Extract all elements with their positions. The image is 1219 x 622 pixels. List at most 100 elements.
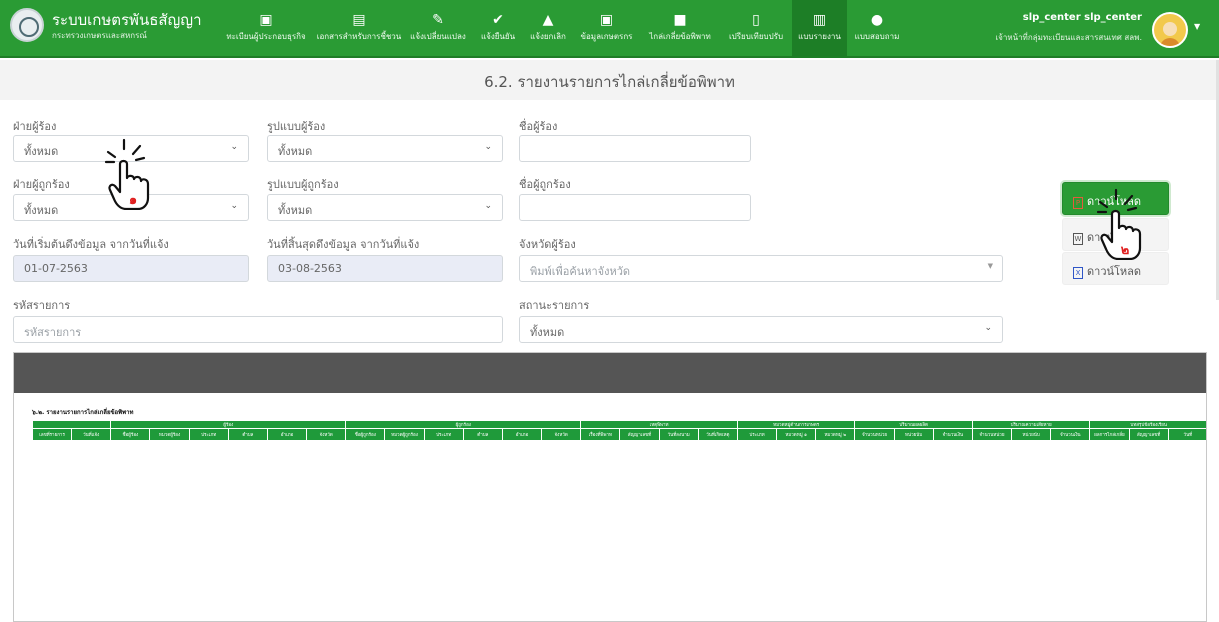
nav-notify-cancel[interactable]: ▲ แจ้งยกเลิก — [523, 0, 573, 58]
report-group-header: ปริมาณความเสียหาย — [971, 420, 1091, 429]
report-preview-frame[interactable]: ๖.๒. รายงานรายการไกล่เกลี่ยข้อพิพาท ผู้ร… — [13, 352, 1207, 622]
report-group-header: หมวดหมู่ด้านการเกษตร — [736, 420, 856, 429]
user-name[interactable]: slp_center slp_center — [1020, 12, 1142, 23]
item-code-label: รหัสรายการ — [13, 299, 71, 312]
nav-business-registry[interactable]: ▣ ทะเบียนผู้ประกอบธุรกิจ — [217, 0, 315, 58]
report-column-header: หมวดหมู่ ๒ — [815, 428, 856, 441]
id-card-icon: ▣ — [259, 12, 273, 28]
marker-1-number: ๑ — [129, 193, 137, 208]
province-label: จังหวัดผู้ร้อง — [519, 238, 576, 251]
document-icon: ▯ — [752, 12, 760, 28]
report-column-header: จังหวัด — [306, 428, 347, 441]
bar-chart-icon: ▥ — [812, 12, 827, 28]
report-column-header: ประเภท — [423, 428, 464, 441]
nav-questionnaire[interactable]: ● แบบสอบถาม — [847, 0, 907, 58]
comments-icon: ● — [870, 12, 884, 28]
report-column-header: เรื่องที่พิพาท — [580, 428, 621, 441]
report-column-header: อำเภอ — [501, 428, 543, 441]
nav-notify-change[interactable]: ✎ แจ้งเปลี่ยนแปลง — [403, 0, 473, 58]
main-nav: ▣ ทะเบียนผู้ประกอบธุรกิจ ▤ เอกสารสำหรับก… — [217, 0, 962, 58]
report-group-header: ปริมาณผลผลิต — [854, 420, 973, 429]
report-table: ผู้ร้อง ผู้ถูกร้อง เหตุพิพาท หมวดหมู่ด้านกา… — [31, 420, 1206, 441]
file-word-icon: W — [1073, 233, 1083, 245]
chat-icon: ■ — [673, 12, 687, 28]
warning-icon: ▲ — [542, 12, 554, 28]
caret-down-icon[interactable]: ▼ — [1194, 22, 1200, 31]
report-group-header: บทสรุปข้อร้องเรียน — [1089, 420, 1206, 429]
app-subtitle: กระทรวงเกษตรและสหกรณ์ — [52, 31, 147, 40]
avatar[interactable] — [1152, 12, 1188, 48]
nav-solicitation-docs[interactable]: ▤ เอกสารสำหรับการชี้ชวน — [315, 0, 403, 58]
province-search-select[interactable]: พิมพ์เพื่อค้นหาจังหวัด ▼ — [519, 255, 1003, 282]
report-column-header: ตำบล — [227, 428, 268, 441]
report-column-header: เลขที่รายการ — [31, 428, 73, 441]
end-date-label: วันที่สิ้นสุดดึงข้อมูล จากวันที่แจ้ง — [267, 238, 420, 251]
id-card-icon: ▣ — [599, 12, 614, 28]
report-column-header: จำนวนหน่วย — [854, 428, 895, 441]
edit-icon: ✎ — [432, 12, 444, 28]
file-pdf-icon: P — [1073, 197, 1083, 209]
report-column-header: ประเภท — [188, 428, 229, 441]
page-title: 6.2. รายงานรายการไกล่เกลี่ยข้อพิพาท — [484, 73, 735, 91]
report-column-header: วันที่เกิดเหตุ — [697, 428, 738, 441]
report-group-header: เหตุพิพาท — [580, 420, 738, 429]
user-role: เจ้าหน้าที่กลุ่มทะเบียนและสารสนเทศ สลพ. — [995, 33, 1142, 42]
start-date-label: วันที่เริ่มต้นดึงข้อมูล จากวันที่แจ้ง — [13, 238, 169, 251]
nav-farmer-data[interactable]: ▣ ข้อมูลเกษตรกร — [573, 0, 640, 58]
report-column-header: หมวดผู้ร้อง — [149, 428, 190, 441]
report-column-header: หมวดหมู่ ๑ — [776, 428, 817, 441]
chevron-down-icon: ⌄ — [484, 142, 492, 152]
respondent-type-select[interactable]: ทั้งหมด ⌄ — [267, 194, 503, 221]
report-column-header: สัญญาเลขที่ — [1128, 428, 1169, 441]
report-column-header: ชื่อผู้ถูกร้อง — [345, 428, 386, 441]
nav-notify-confirm[interactable]: ✔ แจ้งยืนยัน — [473, 0, 523, 58]
report-column-header: สัญญาเลขที่ — [619, 428, 660, 441]
check-circle-icon: ✔ — [492, 12, 504, 28]
report-column-header: ชื่อผู้ร้อง — [110, 428, 151, 441]
item-code-input[interactable]: รหัสรายการ — [13, 316, 503, 343]
report-group-header — [31, 420, 112, 429]
complainant-name-input[interactable] — [519, 135, 751, 162]
complainant-type-label: รูปแบบผู้ร้อง — [267, 120, 326, 133]
report-group-header: ผู้ร้อง — [110, 420, 347, 429]
item-status-label: สถานะรายการ — [519, 299, 590, 312]
complainant-side-label: ฝ่ายผู้ร้อง — [13, 120, 57, 133]
report-column-header: วันที่แจ้ง — [71, 428, 112, 441]
end-date-input[interactable]: 03-08-2563 — [267, 255, 503, 282]
nav-fine-comparison[interactable]: ▯ เปรียบเทียบปรับ — [720, 0, 792, 58]
report-column-header: จังหวัด — [541, 428, 582, 441]
report-column-header: วันที่ลงนาม — [658, 428, 699, 441]
top-navbar: ระบบเกษตรพันธสัญญา กระทรวงเกษตรและสหกรณ์… — [0, 0, 1219, 58]
respondent-name-input[interactable] — [519, 194, 751, 221]
report-column-header: ตำบล — [462, 428, 503, 441]
complainant-type-select[interactable]: ทั้งหมด ⌄ — [267, 135, 503, 162]
chevron-down-icon: ⌄ — [984, 323, 992, 333]
report-column-header: หมวดผู้ถูกร้อง — [384, 428, 425, 441]
item-status-select[interactable]: ทั้งหมด ⌄ — [519, 316, 1003, 343]
report-column-header-row: เลขที่รายการ วันที่แจ้ง ชื่อผู้ร้อง หมวดผู้… — [31, 428, 1206, 441]
report-column-header: ผลการไกล่เกลี่ย — [1089, 428, 1130, 441]
complainant-name-label: ชื่อผู้ร้อง — [519, 120, 558, 133]
hand-pointer-marker-2: ๒ — [1096, 188, 1142, 260]
respondent-side-label: ฝ่ายผู้ถูกร้อง — [13, 178, 70, 191]
marker-2-number: ๒ — [1121, 243, 1130, 258]
report-group-header: ผู้ถูกร้อง — [345, 420, 582, 429]
file-excel-icon: X — [1073, 267, 1083, 279]
report-column-header: หน่วยนับ — [1011, 428, 1052, 441]
nav-dispute-mediation[interactable]: ■ ไกล่เกลี่ยข้อพิพาท — [640, 0, 720, 58]
clipboard-icon: ▤ — [352, 12, 366, 28]
respondent-type-label: รูปแบบผู้ถูกร้อง — [267, 178, 339, 191]
page-title-bar: 6.2. รายงานรายการไกล่เกลี่ยข้อพิพาท — [0, 60, 1219, 100]
report-column-header: จำนวนเงิน — [1050, 428, 1091, 441]
ministry-logo-icon[interactable] — [10, 8, 44, 42]
chevron-down-icon: ⌄ — [230, 201, 238, 211]
report-group-header-row: ผู้ร้อง ผู้ถูกร้อง เหตุพิพาท หมวดหมู่ด้านกา… — [31, 420, 1206, 429]
nav-reports[interactable]: ▥ แบบรายงาน — [792, 0, 847, 58]
chevron-down-icon: ⌄ — [484, 201, 492, 211]
report-column-header: หน่วยนับ — [893, 428, 934, 441]
report-title: ๖.๒. รายงานรายการไกล่เกลี่ยข้อพิพาท — [32, 409, 134, 416]
hand-pointer-marker-1: ๑ — [104, 138, 150, 210]
start-date-input[interactable]: 01-07-2563 — [13, 255, 249, 282]
report-column-header: อำเภอ — [266, 428, 308, 441]
chevron-down-icon: ⌄ — [230, 142, 238, 152]
